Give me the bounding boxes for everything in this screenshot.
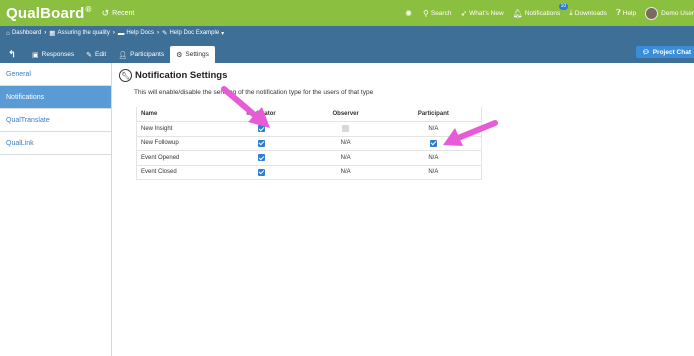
annotation-arrows (221, 86, 498, 146)
annotation-arrow-icon (443, 120, 498, 146)
annotation-arrow-icon (221, 86, 270, 128)
app-window: QualBoard® ↺ Recent ✺ ⚲ Search ➶ What's Ne… (0, 0, 694, 356)
